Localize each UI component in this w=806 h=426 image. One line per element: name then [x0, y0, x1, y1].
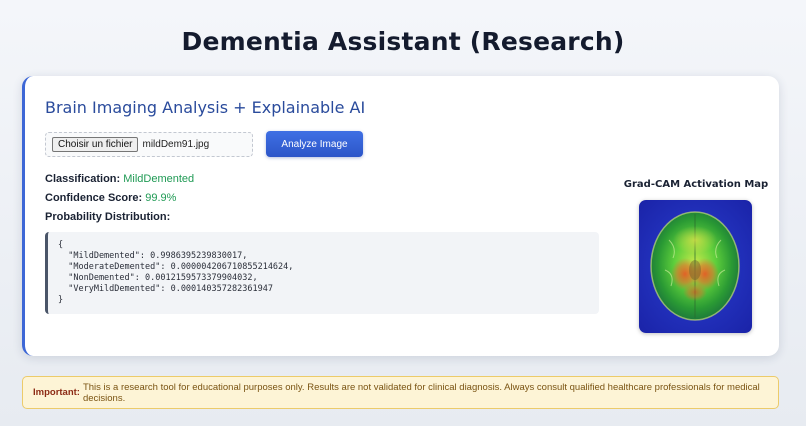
classification-value: MildDemented	[123, 173, 195, 185]
probability-row: Probability Distribution:	[45, 211, 170, 223]
notice-text: This is a research tool for educational …	[82, 381, 760, 404]
confidence-label: Confidence Score:	[45, 192, 143, 204]
confidence-value: 99.9%	[145, 192, 177, 204]
selected-file-name: mildDem91.jpg	[142, 139, 210, 150]
analyze-image-button[interactable]: Analyze Image	[266, 131, 363, 157]
gradcam-title: Grad-CAM Activation Map	[623, 179, 769, 190]
gradcam-activation-image	[639, 200, 752, 333]
notice-label: Important:	[33, 387, 80, 398]
page-title: Dementia Assistant (Research)	[181, 27, 625, 56]
classification-row: Classification: MildDemented	[45, 173, 194, 185]
choose-file-button[interactable]: Choisir un fichier	[52, 137, 139, 152]
file-upload-field[interactable]: Choisir un fichier mildDem91.jpg	[45, 132, 253, 157]
disclaimer-notice: Important: This is a research tool for e…	[22, 376, 779, 409]
classification-label: Classification:	[45, 173, 121, 185]
confidence-row: Confidence Score: 99.9%	[45, 192, 176, 204]
card-title: Brain Imaging Analysis + Explainable AI	[45, 98, 366, 117]
analysis-card: Brain Imaging Analysis + Explainable AI …	[22, 76, 779, 356]
probability-label: Probability Distribution:	[45, 211, 171, 223]
probability-json: { "MildDemented": 0.9986395239830017, "M…	[45, 232, 599, 314]
